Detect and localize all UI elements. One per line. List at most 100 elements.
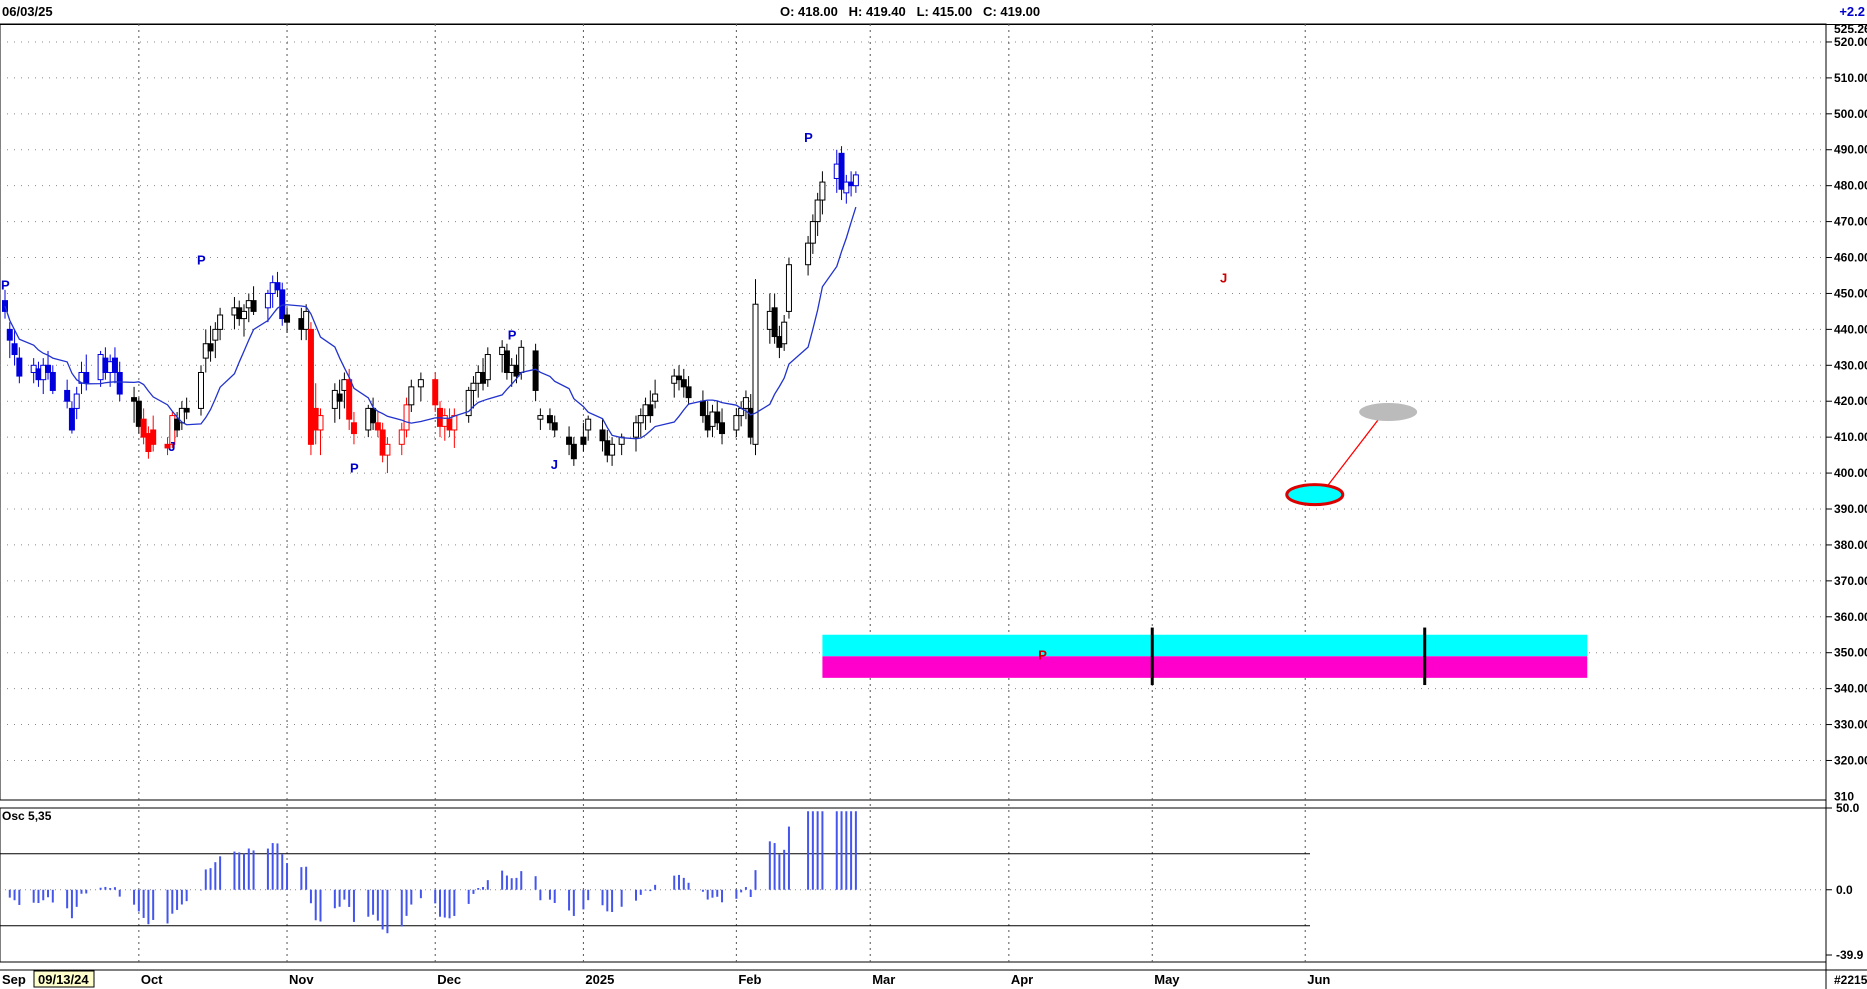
- candle-body: [45, 364, 52, 373]
- candle-body: [838, 152, 845, 190]
- candle-body: [719, 422, 726, 435]
- candle-body: [733, 415, 740, 431]
- candle-body: [432, 379, 439, 406]
- pivot-marker: J: [1220, 270, 1227, 285]
- y-tick-label: 500.00: [1834, 107, 1867, 121]
- pivot-marker: J: [168, 439, 175, 454]
- candle-body: [264, 292, 271, 309]
- candle-body: [781, 321, 788, 345]
- candle-body: [370, 407, 377, 424]
- x-month-label: Mar: [872, 972, 895, 987]
- candle-body: [140, 418, 147, 438]
- candle-body: [709, 411, 716, 427]
- candle-body: [245, 300, 252, 309]
- candle-body: [546, 415, 553, 424]
- candle-body: [279, 289, 286, 320]
- candle-body: [685, 386, 692, 399]
- candle-body: [484, 354, 491, 381]
- pivot-marker: P: [350, 461, 359, 476]
- osc-tick-label: 50.0: [1836, 801, 1860, 815]
- candle-body: [642, 404, 649, 417]
- candle-body: [785, 264, 792, 312]
- candle-body: [312, 407, 319, 431]
- candle-body: [604, 440, 611, 456]
- y-tick-label: 400.00: [1834, 466, 1867, 480]
- y-tick-label: 490.00: [1834, 143, 1867, 157]
- candle-body: [814, 199, 821, 223]
- oscillator-panel-frame: [0, 807, 1827, 963]
- osc-tick-label: -39.9: [1836, 948, 1864, 962]
- candle-body: [776, 336, 783, 348]
- candle-body: [843, 181, 850, 194]
- candle-body: [217, 314, 224, 330]
- candle-body: [212, 328, 219, 341]
- candle-body: [585, 418, 592, 431]
- x-month-label: Oct: [141, 972, 163, 987]
- candle-body: [49, 371, 56, 391]
- candle-body: [183, 407, 190, 413]
- candle-body: [269, 282, 276, 294]
- candle-body: [551, 422, 558, 431]
- pivot-marker: J: [551, 457, 558, 472]
- pivot-marker: P: [508, 328, 517, 343]
- candle-body: [307, 328, 314, 445]
- y-tick-label: 380.00: [1834, 538, 1867, 552]
- x-month-label: Feb: [738, 972, 761, 987]
- pivot-marker: P: [1038, 647, 1047, 662]
- candle-body: [609, 443, 616, 456]
- candle-body: [73, 393, 80, 409]
- x-month-label: Dec: [437, 972, 461, 987]
- candle-body: [704, 415, 711, 431]
- candle-body: [250, 300, 257, 312]
- candle-body: [446, 418, 453, 431]
- candle-body: [197, 371, 204, 409]
- y-tick-label: 340.00: [1834, 682, 1867, 696]
- candle-body: [336, 393, 343, 402]
- y-tick-label: 370.00: [1834, 574, 1867, 588]
- candle-body: [451, 415, 458, 431]
- candle-body: [566, 436, 573, 445]
- moving-average-line: [4, 206, 857, 440]
- candle-body: [97, 354, 104, 381]
- candle-body: [752, 303, 759, 445]
- candle-body: [647, 404, 654, 417]
- candle-body: [116, 371, 123, 395]
- y-tick-label: 520.00: [1834, 35, 1867, 49]
- candle-body: [6, 328, 13, 341]
- price-chart[interactable]: 320.00 330.00 340.00 350.00 360.00 370.00 380.…: [0, 0, 1867, 989]
- candle-body: [680, 379, 687, 388]
- candle-body: [40, 364, 47, 381]
- candle-body: [580, 436, 587, 445]
- pivot-marker: P: [197, 252, 206, 267]
- candle-body: [403, 404, 410, 431]
- candle-body: [379, 429, 386, 456]
- candle-body: [346, 379, 353, 420]
- candle-body: [35, 368, 42, 381]
- candle-body: [350, 422, 357, 435]
- price-panel-frame: [0, 23, 1827, 801]
- candle-body: [131, 397, 138, 402]
- candle-body: [11, 343, 18, 356]
- y-tick-label: 440.00: [1834, 322, 1867, 336]
- candle-body: [331, 389, 338, 409]
- candle-body: [771, 307, 778, 338]
- y-tick-label: 430.00: [1834, 358, 1867, 372]
- y-tick-label: 420.00: [1834, 394, 1867, 408]
- gray-target-ellipse: [1359, 403, 1418, 421]
- candle-body: [537, 415, 544, 420]
- candle-body: [508, 364, 515, 373]
- candle-body: [809, 221, 816, 244]
- candle-body: [384, 443, 391, 456]
- y-tick-label: 450.00: [1834, 286, 1867, 300]
- candle-body: [202, 343, 209, 359]
- y-tick-label: 320.00: [1834, 753, 1867, 767]
- candle-body: [766, 310, 773, 330]
- pivot-marker: P: [804, 130, 813, 145]
- candle-body: [742, 397, 749, 409]
- candle-body: [111, 357, 118, 373]
- candle-body: [16, 357, 23, 377]
- candle-body: [417, 379, 424, 388]
- candle-body: [805, 242, 812, 266]
- candle-body: [676, 375, 683, 381]
- candle-body: [30, 364, 37, 373]
